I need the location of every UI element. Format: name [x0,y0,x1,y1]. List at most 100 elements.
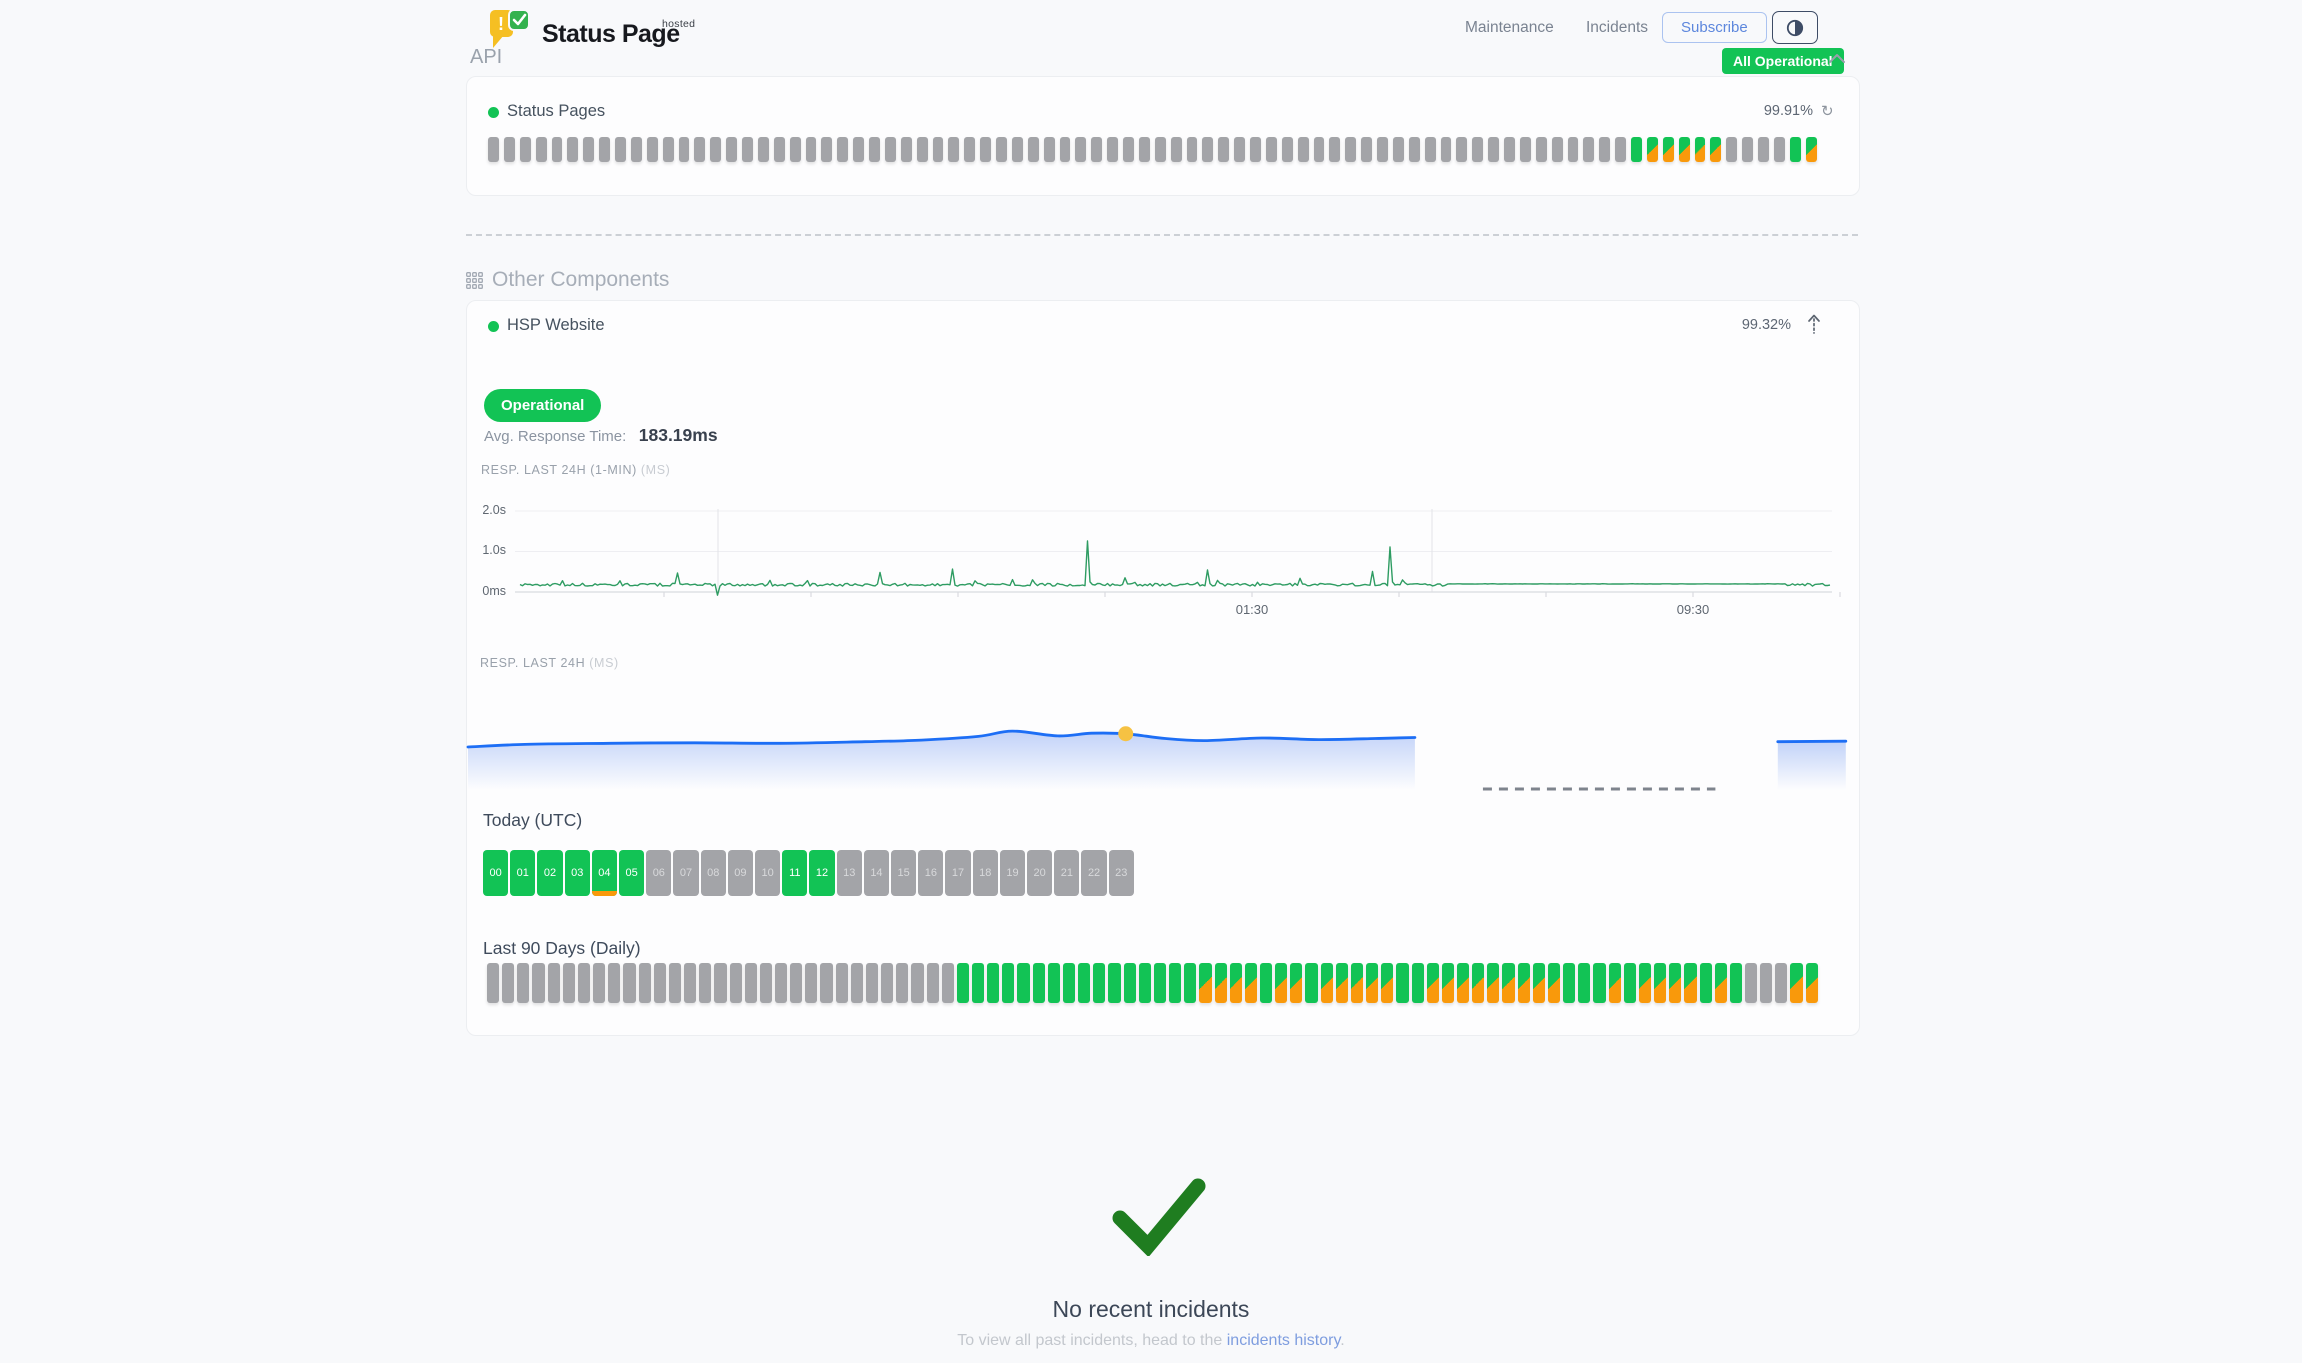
uptime-beat[interactable] [742,137,753,162]
daily-beat[interactable] [1669,963,1681,1003]
uptime-beat[interactable] [885,137,896,162]
daily-beat[interactable] [1806,963,1818,1003]
uptime-beat[interactable] [520,137,531,162]
uptime-beat[interactable] [1091,137,1102,162]
uptime-beat[interactable] [1314,137,1325,162]
daily-beat[interactable] [1351,963,1363,1003]
uptime-beat[interactable] [1139,137,1150,162]
daily-beat[interactable] [1169,963,1181,1003]
hour-block-09[interactable]: 09 [728,850,753,896]
hour-block-02[interactable]: 02 [537,850,562,896]
daily-beat[interactable] [1730,963,1742,1003]
uptime-beat[interactable] [631,137,642,162]
daily-beat[interactable] [1184,963,1196,1003]
daily-beat[interactable] [972,963,984,1003]
daily-beat[interactable] [1533,963,1545,1003]
daily-beat[interactable] [1790,963,1802,1003]
hour-block-08[interactable]: 08 [701,850,726,896]
hour-block-14[interactable]: 14 [864,850,889,896]
daily-beat[interactable] [730,963,742,1003]
daily-beat[interactable] [1548,963,1560,1003]
daily-beat[interactable] [623,963,635,1003]
daily-beat[interactable] [1321,963,1333,1003]
daily-beat[interactable] [1017,963,1029,1003]
daily-beat[interactable] [1760,963,1772,1003]
daily-beat[interactable] [1260,963,1272,1003]
daily-beat[interactable] [669,963,681,1003]
daily-beat[interactable] [1108,963,1120,1003]
daily-beat[interactable] [487,963,499,1003]
daily-beat[interactable] [1366,963,1378,1003]
daily-beat[interactable] [1715,963,1727,1003]
uptime-beat[interactable] [1107,137,1118,162]
daily-beat[interactable] [820,963,832,1003]
uptime-beat[interactable] [1695,137,1706,162]
uptime-beat[interactable] [1345,137,1356,162]
daily-beat[interactable] [1093,963,1105,1003]
daily-beat[interactable] [714,963,726,1003]
uptime-beat[interactable] [917,137,928,162]
daily-beat[interactable] [1593,963,1605,1003]
daily-beat[interactable] [881,963,893,1003]
hour-block-00[interactable]: 00 [483,850,508,896]
uptime-beat[interactable] [1536,137,1547,162]
uptime-beat[interactable] [1171,137,1182,162]
uptime-beat[interactable] [774,137,785,162]
chart-marker-dot[interactable] [1118,726,1133,741]
uptime-beat[interactable] [1441,137,1452,162]
nav-incidents[interactable]: Incidents [1586,19,1648,37]
daily-beat[interactable] [1609,963,1621,1003]
uptime-beat[interactable] [1123,137,1134,162]
daily-beat[interactable] [1502,963,1514,1003]
daily-beat[interactable] [563,963,575,1003]
daily-beat[interactable] [578,963,590,1003]
uptime-beat[interactable] [1075,137,1086,162]
hour-block-12[interactable]: 12 [809,850,834,896]
daily-beat[interactable] [775,963,787,1003]
uptime-beat[interactable] [615,137,626,162]
nav-maintenance[interactable]: Maintenance [1465,19,1554,37]
daily-beat[interactable] [1472,963,1484,1003]
daily-beat[interactable] [1336,963,1348,1003]
uptime-beat[interactable] [1774,137,1785,162]
hour-block-05[interactable]: 05 [619,850,644,896]
hour-block-22[interactable]: 22 [1081,850,1106,896]
uptime-beat[interactable] [1409,137,1420,162]
uptime-beat[interactable] [647,137,658,162]
daily-beat[interactable] [911,963,923,1003]
daily-beat[interactable] [942,963,954,1003]
uptime-beat[interactable] [1044,137,1055,162]
daily-beat[interactable] [684,963,696,1003]
uptime-beat[interactable] [1218,137,1229,162]
uptime-beat[interactable] [1187,137,1198,162]
daily-beat[interactable] [760,963,772,1003]
daily-beat[interactable] [896,963,908,1003]
hour-block-01[interactable]: 01 [510,850,535,896]
hour-block-03[interactable]: 03 [565,850,590,896]
uptime-beat[interactable] [980,137,991,162]
uptime-beat[interactable] [1679,137,1690,162]
uptime-beat[interactable] [552,137,563,162]
uptime-beat[interactable] [964,137,975,162]
uptime-beat[interactable] [869,137,880,162]
hour-block-21[interactable]: 21 [1054,850,1079,896]
uptime-beat[interactable] [1599,137,1610,162]
daily-beat[interactable] [1563,963,1575,1003]
theme-toggle-button[interactable] [1772,11,1818,44]
hour-block-17[interactable]: 17 [945,850,970,896]
daily-beat[interactable] [790,963,802,1003]
daily-beat[interactable] [745,963,757,1003]
uptime-beat[interactable] [1615,137,1626,162]
subscribe-button[interactable]: Subscribe [1662,12,1767,43]
uptime-beat[interactable] [1488,137,1499,162]
daily-beat[interactable] [517,963,529,1003]
uptime-beat[interactable] [1552,137,1563,162]
uptime-beat[interactable] [1266,137,1277,162]
uptime-beat[interactable] [1663,137,1674,162]
uptime-beat[interactable] [1060,137,1071,162]
daily-beat[interactable] [1578,963,1590,1003]
uptime-beat[interactable] [536,137,547,162]
daily-beat[interactable] [593,963,605,1003]
uptime-beat[interactable] [1155,137,1166,162]
uptime-beat[interactable] [996,137,1007,162]
